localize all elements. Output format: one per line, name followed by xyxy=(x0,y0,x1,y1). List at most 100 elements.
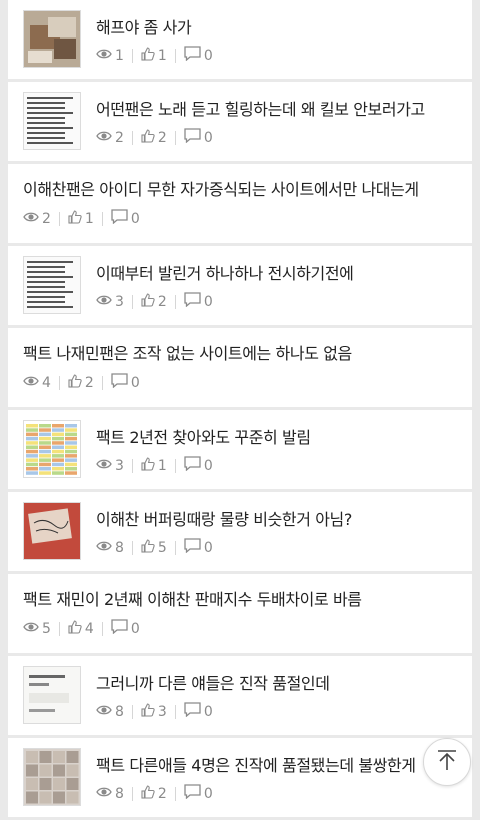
comment-count[interactable]: 0 xyxy=(184,784,213,803)
comment-count[interactable]: 0 xyxy=(111,209,140,228)
eye-icon xyxy=(23,621,39,637)
stat-divider xyxy=(174,130,176,145)
scroll-top-button[interactable] xyxy=(423,738,471,786)
post-thumbnail[interactable] xyxy=(23,502,81,560)
comment-count[interactable]: 0 xyxy=(184,538,213,557)
thumbs-up-icon xyxy=(141,784,155,803)
view-count-value: 8 xyxy=(115,539,124,556)
like-count-value: 1 xyxy=(84,210,94,227)
eye-icon xyxy=(96,294,112,310)
view-count: 8 xyxy=(96,540,124,556)
thumbs-up-icon xyxy=(141,292,155,311)
post-title[interactable]: 팩트 재민이 2년째 이해찬 판매지수 두배차이로 바름 xyxy=(23,586,462,610)
post-stats: 2 2 0 xyxy=(96,128,213,147)
stat-divider xyxy=(131,540,133,555)
post-title[interactable]: 이때부터 발린거 하나하나 전시하기전에 xyxy=(96,260,462,284)
view-count: 1 xyxy=(96,48,124,64)
like-count[interactable]: 2 xyxy=(68,373,94,392)
like-count[interactable]: 1 xyxy=(141,46,167,65)
comment-count-value: 0 xyxy=(203,47,213,64)
post-title[interactable]: 팩트 다른애들 4명은 진작에 품절됐는데 불쌍한게 xyxy=(96,752,462,776)
post-item[interactable]: 이해찬팬은 아이디 무한 자가증식되는 사이트에서만 나대는게 2 1 0 xyxy=(8,164,472,246)
comment-icon xyxy=(184,46,201,65)
comment-count[interactable]: 0 xyxy=(111,619,140,638)
stat-divider xyxy=(101,375,103,390)
comment-count[interactable]: 0 xyxy=(184,292,213,311)
post-title[interactable]: 팩트 2년전 찾아와도 꾸준히 발림 xyxy=(96,424,462,448)
comment-count-value: 0 xyxy=(203,129,213,146)
stat-divider xyxy=(174,540,176,555)
post-item[interactable]: 해프야 좀 사가 1 1 0 xyxy=(8,0,472,82)
comment-count-value: 0 xyxy=(203,785,213,802)
stat-divider xyxy=(174,48,176,63)
thumbs-up-icon xyxy=(141,456,155,475)
post-title[interactable]: 이해찬팬은 아이디 무한 자가증식되는 사이트에서만 나대는게 xyxy=(23,176,462,200)
view-count: 4 xyxy=(23,375,51,391)
comment-icon xyxy=(184,702,201,721)
view-count-value: 3 xyxy=(115,293,124,310)
comment-icon xyxy=(111,209,128,228)
view-count-value: 2 xyxy=(115,129,124,146)
post-title[interactable]: 그러니까 다른 얘들은 진작 품절인데 xyxy=(96,670,462,694)
like-count[interactable]: 2 xyxy=(141,784,167,803)
post-item[interactable]: 팩트 재민이 2년째 이해찬 판매지수 두배차이로 바름 5 4 0 xyxy=(8,574,472,656)
stat-divider xyxy=(58,621,60,636)
stat-divider xyxy=(174,294,176,309)
stat-divider xyxy=(131,48,133,63)
view-count-value: 4 xyxy=(42,374,51,391)
post-thumbnail[interactable] xyxy=(23,10,81,68)
like-count-value: 2 xyxy=(157,785,167,802)
like-count[interactable]: 5 xyxy=(141,538,167,557)
stat-divider xyxy=(58,375,60,390)
view-count-value: 8 xyxy=(115,703,124,720)
like-count[interactable]: 1 xyxy=(68,209,94,228)
like-count[interactable]: 3 xyxy=(141,702,167,721)
comment-count[interactable]: 0 xyxy=(111,373,140,392)
post-stats: 5 4 0 xyxy=(23,619,140,638)
thumbs-up-icon xyxy=(68,619,82,638)
post-thumbnail[interactable] xyxy=(23,748,81,806)
like-count[interactable]: 2 xyxy=(141,128,167,147)
post-title[interactable]: 팩트 나재민팬은 조작 없는 사이트에는 하나도 없음 xyxy=(23,340,462,364)
comment-count[interactable]: 0 xyxy=(184,456,213,475)
comment-count-value: 0 xyxy=(203,539,213,556)
eye-icon xyxy=(23,211,39,227)
stat-divider xyxy=(131,294,133,309)
view-count-value: 1 xyxy=(115,47,124,64)
comment-count[interactable]: 0 xyxy=(184,46,213,65)
post-thumbnail[interactable] xyxy=(23,92,81,150)
comment-count[interactable]: 0 xyxy=(184,702,213,721)
thumbs-up-icon xyxy=(141,46,155,65)
post-item[interactable]: 그러니까 다른 얘들은 진작 품절인데 8 3 0 xyxy=(8,656,472,738)
post-title[interactable]: 이해찬 버퍼링때랑 물량 비슷한거 아님? xyxy=(96,506,462,530)
like-count[interactable]: 4 xyxy=(68,619,94,638)
view-count-value: 5 xyxy=(42,620,51,637)
post-stats: 3 2 0 xyxy=(96,292,213,311)
comment-icon xyxy=(184,456,201,475)
post-thumbnail[interactable] xyxy=(23,420,81,478)
like-count[interactable]: 1 xyxy=(141,456,167,475)
post-title[interactable]: 어떤팬은 노래 듣고 힐링하는데 왜 킬보 안보러가고 xyxy=(96,96,462,120)
comment-icon xyxy=(111,619,128,638)
comment-count[interactable]: 0 xyxy=(184,128,213,147)
post-item[interactable]: 팩트 나재민팬은 조작 없는 사이트에는 하나도 없음 4 2 0 xyxy=(8,328,472,410)
eye-icon xyxy=(23,375,39,391)
post-item[interactable]: 어떤팬은 노래 듣고 힐링하는데 왜 킬보 안보러가고 2 2 0 xyxy=(8,82,472,164)
like-count-value: 5 xyxy=(157,539,167,556)
like-count[interactable]: 2 xyxy=(141,292,167,311)
post-item[interactable]: 팩트 2년전 찾아와도 꾸준히 발림 3 1 0 xyxy=(8,410,472,492)
view-count: 5 xyxy=(23,621,51,637)
like-count-value: 3 xyxy=(157,703,167,720)
comment-count-value: 0 xyxy=(130,620,140,637)
view-count-value: 2 xyxy=(42,210,51,227)
post-title[interactable]: 해프야 좀 사가 xyxy=(96,14,462,38)
comment-count-value: 0 xyxy=(203,457,213,474)
comment-icon xyxy=(111,373,128,392)
post-thumbnail[interactable] xyxy=(23,256,81,314)
view-count: 8 xyxy=(96,704,124,720)
post-item[interactable]: 이때부터 발린거 하나하나 전시하기전에 3 2 0 xyxy=(8,246,472,328)
post-item[interactable]: 이해찬 버퍼링때랑 물량 비슷한거 아님? 8 5 0 xyxy=(8,492,472,574)
post-item[interactable]: 팩트 다른애들 4명은 진작에 품절됐는데 불쌍한게 8 2 0 xyxy=(8,738,472,820)
comment-count-value: 0 xyxy=(130,374,140,391)
post-thumbnail[interactable] xyxy=(23,666,81,724)
